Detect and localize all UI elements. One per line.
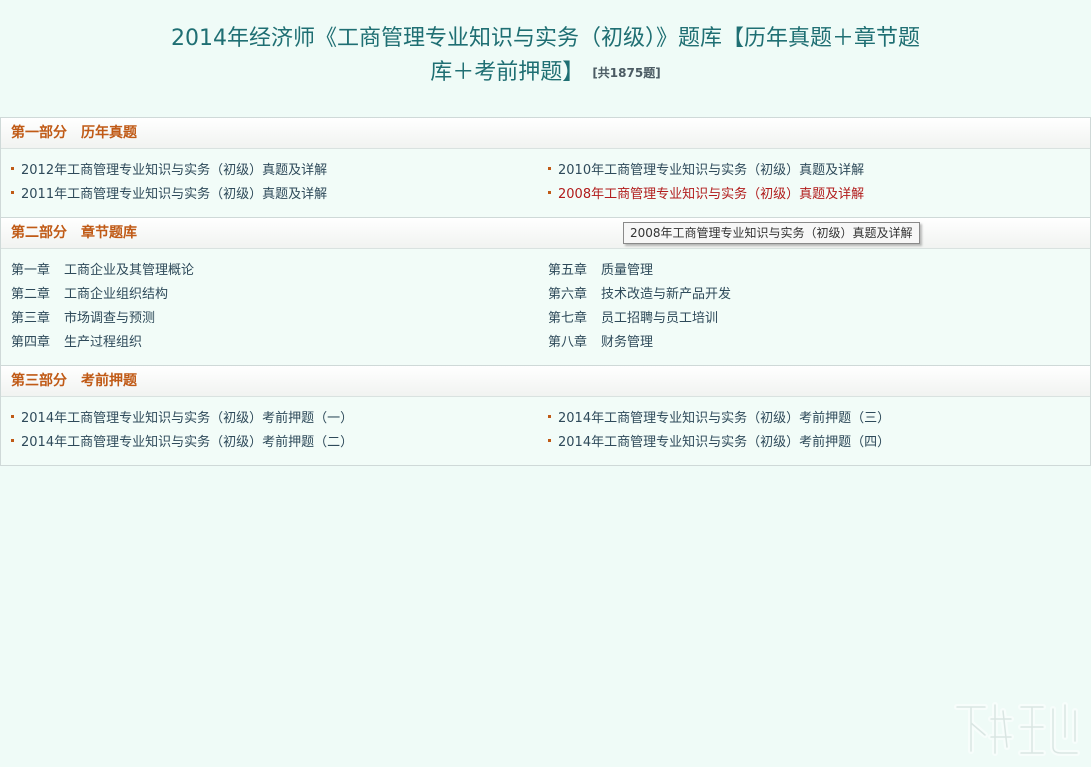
chapter-number[interactable]: 第四章 [11, 331, 50, 355]
chapter-item[interactable]: 第一章 工商企业及其管理概论 [11, 259, 548, 283]
section-header: 第一部分 历年真题 [1, 118, 1090, 149]
section-header: 第二部分 章节题库 [1, 218, 1090, 249]
section-name: 考前押题 [81, 373, 137, 389]
link-text[interactable]: 2011年工商管理专业知识与实务（初级）真题及详解 [21, 187, 327, 202]
chapter-item[interactable]: 第二章 工商企业组织结构 [11, 283, 548, 307]
link-text[interactable]: 2012年工商管理专业知识与实务（初级）真题及详解 [21, 163, 327, 178]
list-item[interactable]: 2014年工商管理专业知识与实务（初级）考前押题（三） [548, 407, 1085, 431]
content-panel: 第一部分 历年真题 2012年工商管理专业知识与实务（初级）真题及详解 2010年… [0, 117, 1091, 466]
square-bullet-icon [548, 439, 551, 442]
chapter-number[interactable]: 第七章 [548, 307, 587, 331]
section-body: 第一章 工商企业及其管理概论 第五章 质量管理 第二章 工商企业组织结构 第六章 技术改… [1, 249, 1090, 366]
link-text[interactable]: 2008年工商管理专业知识与实务（初级）真题及详解 [558, 187, 864, 202]
chapter-number[interactable]: 第三章 [11, 307, 50, 331]
list-item[interactable]: 2012年工商管理专业知识与实务（初级）真题及详解 [11, 159, 548, 183]
section-header: 第三部分 考前押题 [1, 366, 1090, 397]
chapter-title[interactable]: 技术改造与新产品开发 [601, 287, 731, 302]
title-line-2: 库＋考前押题】 [共1875题] [0, 56, 1091, 90]
chapter-item[interactable]: 第五章 质量管理 [548, 259, 1085, 283]
chapter-item[interactable]: 第七章 员工招聘与员工培训 [548, 307, 1085, 331]
list-item[interactable]: 2011年工商管理专业知识与实务（初级）真题及详解 [11, 183, 548, 207]
square-bullet-icon [548, 415, 551, 418]
link-text[interactable]: 2014年工商管理专业知识与实务（初级）考前押题（二） [21, 435, 353, 450]
square-bullet-icon [548, 191, 551, 194]
square-bullet-icon [11, 415, 14, 418]
section-chapter-bank: 第二部分 章节题库 第一章 工商企业及其管理概论 第五章 质量管理 第二章 工商企业组织… [1, 218, 1090, 366]
section-part: 第二部分 [11, 225, 67, 241]
chapter-title[interactable]: 员工招聘与员工培训 [601, 311, 718, 326]
section-part: 第一部分 [11, 125, 67, 141]
section-body: 2014年工商管理专业知识与实务（初级）考前押题（一） 2014年工商管理专业知… [1, 397, 1090, 465]
section-past-exams: 第一部分 历年真题 2012年工商管理专业知识与实务（初级）真题及详解 2010年… [1, 118, 1090, 218]
chapter-number[interactable]: 第五章 [548, 259, 587, 283]
list-item-hovered[interactable]: 2008年工商管理专业知识与实务（初级）真题及详解 [548, 183, 1085, 207]
list-item[interactable]: 2010年工商管理专业知识与实务（初级）真题及详解 [548, 159, 1085, 183]
section-body: 2012年工商管理专业知识与实务（初级）真题及详解 2010年工商管理专业知识与… [1, 149, 1090, 218]
title-line-1: 2014年经济师《工商管理专业知识与实务（初级）》题库【历年真题＋章节题 [171, 26, 920, 51]
chapter-title[interactable]: 工商企业及其管理概论 [64, 263, 194, 278]
chapter-title[interactable]: 生产过程组织 [64, 335, 142, 350]
square-bullet-icon [11, 191, 14, 194]
square-bullet-icon [548, 167, 551, 170]
page-title: 2014年经济师《工商管理专业知识与实务（初级）》题库【历年真题＋章节题 库＋考… [0, 22, 1091, 90]
site-logo-watermark [954, 702, 1080, 756]
chapter-title[interactable]: 工商企业组织结构 [64, 287, 168, 302]
link-text[interactable]: 2014年工商管理专业知识与实务（初级）考前押题（三） [558, 411, 890, 426]
square-bullet-icon [11, 439, 14, 442]
list-item[interactable]: 2014年工商管理专业知识与实务（初级）考前押题（四） [548, 431, 1085, 455]
chapter-title[interactable]: 市场调查与预测 [64, 311, 155, 326]
section-mock-exams: 第三部分 考前押题 2014年工商管理专业知识与实务（初级）考前押题（一） 201… [1, 366, 1090, 465]
chapter-number[interactable]: 第八章 [548, 331, 587, 355]
link-text[interactable]: 2014年工商管理专业知识与实务（初级）考前押题（一） [21, 411, 353, 426]
chapter-title[interactable]: 财务管理 [601, 335, 653, 350]
list-item[interactable]: 2014年工商管理专业知识与实务（初级）考前押题（二） [11, 431, 548, 455]
section-name: 历年真题 [81, 125, 137, 141]
chapter-item[interactable]: 第四章 生产过程组织 [11, 331, 548, 355]
chapter-item[interactable]: 第八章 财务管理 [548, 331, 1085, 355]
chapter-item[interactable]: 第六章 技术改造与新产品开发 [548, 283, 1085, 307]
section-part: 第三部分 [11, 373, 67, 389]
link-text[interactable]: 2010年工商管理专业知识与实务（初级）真题及详解 [558, 163, 864, 178]
chapter-number[interactable]: 第六章 [548, 283, 587, 307]
link-text[interactable]: 2014年工商管理专业知识与实务（初级）考前押题（四） [558, 435, 890, 450]
chapter-number[interactable]: 第一章 [11, 259, 50, 283]
list-item[interactable]: 2014年工商管理专业知识与实务（初级）考前押题（一） [11, 407, 548, 431]
chapter-title[interactable]: 质量管理 [601, 263, 653, 278]
question-count: [共1875题] [592, 66, 661, 80]
chapter-item[interactable]: 第三章 市场调查与预测 [11, 307, 548, 331]
section-name: 章节题库 [81, 225, 137, 241]
square-bullet-icon [11, 167, 14, 170]
title-line-2-text: 库＋考前押题】 [430, 60, 585, 85]
link-tooltip: 2008年工商管理专业知识与实务（初级）真题及详解 [623, 222, 920, 244]
chapter-number[interactable]: 第二章 [11, 283, 50, 307]
